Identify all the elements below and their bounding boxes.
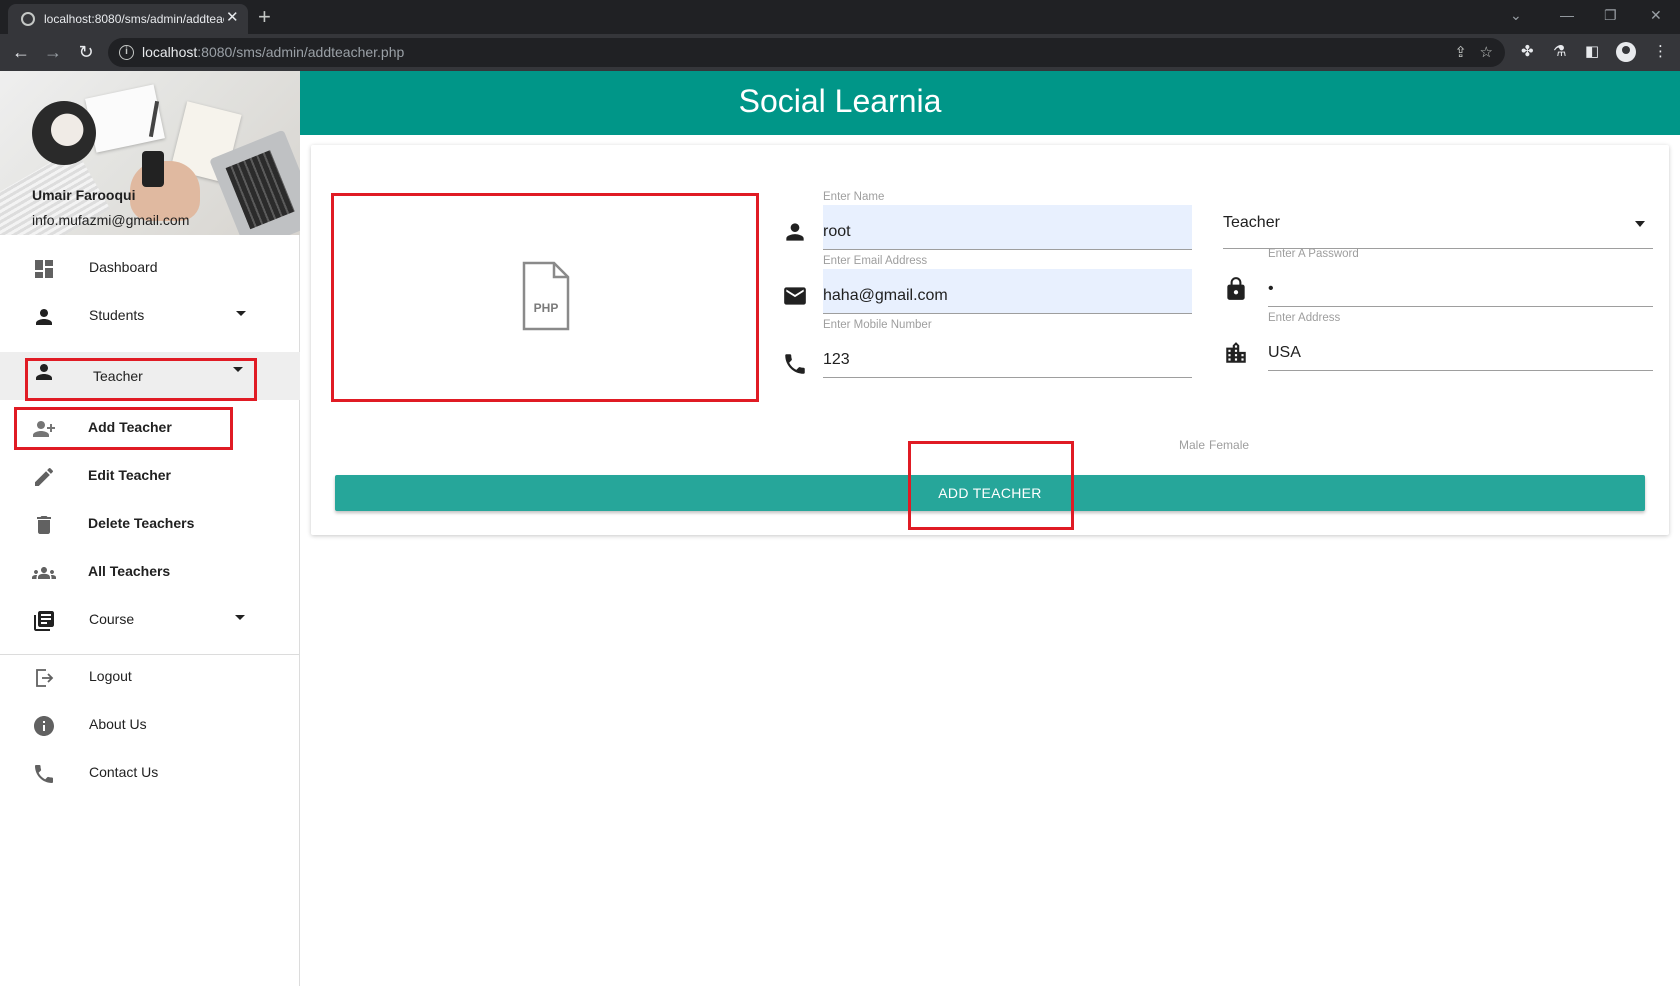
mobile-label: Enter Mobile Number [823,319,932,331]
address-input[interactable] [1268,326,1653,371]
background-phone [142,151,164,187]
menu-kebab-icon[interactable]: ⋮ [1653,42,1668,62]
lock-icon [1227,277,1245,300]
password-field: Enter A Password [1223,248,1653,318]
forward-icon[interactable]: → [41,40,65,64]
sidebar-item-label: Logout [89,668,132,684]
close-tab-icon[interactable]: ✕ [226,9,239,27]
sidebar-item-contact-us[interactable]: Contact Us [0,750,300,798]
share-icon[interactable]: ⇪ [1454,43,1467,61]
side-panel-icon[interactable]: ◧ [1585,42,1599,62]
globe-icon [21,12,35,26]
tab-title: localhost:8080/sms/admin/addteacher.php [44,12,224,26]
highlight-box [25,358,257,401]
user-name[interactable]: Umair Farooqui [32,187,135,203]
phone-icon [785,354,805,374]
back-icon[interactable]: ← [9,40,33,64]
mobile-field: Enter Mobile Number [782,319,1192,389]
url-text[interactable]: localhost:8080/sms/admin/addteacher.php [142,44,404,60]
library-books-icon [34,611,54,631]
address-bar[interactable]: i localhost:8080/sms/admin/addteacher.ph… [108,38,1505,67]
sidebar-item-label: Contact Us [89,764,159,780]
reload-icon[interactable]: ↻ [74,40,98,64]
tab-search-icon[interactable]: ⌄ [1510,4,1522,26]
extensions-icon[interactable]: ✤ [1521,42,1534,62]
person-icon [786,223,804,241]
highlight-box [14,407,233,450]
sidebar-item-all-teachers[interactable]: All Teachers [0,549,300,597]
add-teacher-card: PHP Enter Name Enter Email Address Enter… [311,145,1669,535]
email-input[interactable] [823,269,1192,314]
info-icon [34,716,54,736]
user-email[interactable]: info.mufazmi@gmail.com [32,212,189,228]
location-city-icon [1226,342,1246,363]
phone-icon [35,765,53,783]
gender-option-female[interactable]: Female [1209,438,1249,452]
chevron-down-icon [236,311,246,316]
avatar[interactable] [32,101,96,165]
chevron-down-icon [235,615,245,620]
brand-logo[interactable]: Social Learnia [300,83,1380,120]
sidebar-item-label: Edit Teacher [88,467,171,483]
password-label: Enter A Password [1268,248,1359,260]
role-selected-value: Teacher [1223,214,1280,231]
gender-radio-group: Male Female [1179,438,1253,452]
sidebar-item-about-us[interactable]: About Us [0,702,300,750]
highlight-box [331,193,759,402]
email-field: Enter Email Address [782,255,1192,325]
highlight-box [908,441,1074,530]
group-icon [32,567,56,579]
sidebar-item-students[interactable]: Students [0,293,300,341]
name-field: Enter Name [782,191,1192,261]
address-label: Enter Address [1268,312,1341,324]
sidebar-item-label: Delete Teachers [88,515,195,531]
gender-option-male[interactable]: Male [1179,438,1205,452]
logout-icon [36,669,54,687]
browser-tab[interactable]: localhost:8080/sms/admin/addteacher.php … [8,4,248,34]
labs-flask-icon[interactable]: ⚗ [1553,42,1566,62]
restore-icon[interactable]: ❐ [1604,4,1617,26]
sidebar-item-dashboard[interactable]: Dashboard [0,245,300,293]
sidebar-item-label: Course [89,611,135,627]
dashboard-icon [35,260,53,278]
browser-tabbar: localhost:8080/sms/admin/addteacher.php … [0,0,1680,34]
address-field: Enter Address [1223,312,1653,382]
sidebar-item-logout[interactable]: Logout [0,654,300,702]
top-navbar: Social Learnia [300,71,1680,135]
browser-toolbar: ← → ↻ i localhost:8080/sms/admin/addteac… [0,34,1680,71]
bookmark-star-icon[interactable]: ☆ [1480,43,1493,61]
trash-icon [37,516,51,534]
new-tab-icon[interactable]: + [258,3,271,31]
profile-avatar-icon[interactable] [1616,42,1636,62]
close-window-icon[interactable]: ✕ [1650,4,1662,26]
sidenav: Umair Farooqui info.mufazmi@gmail.com Da… [0,71,300,986]
user-view: Umair Farooqui info.mufazmi@gmail.com [0,71,300,235]
sidebar-item-label: All Teachers [88,563,171,579]
sidebar-item-label: Students [89,307,145,323]
sidebar-item-label: Dashboard [89,259,158,275]
sidebar-item-course[interactable]: Course [0,597,300,645]
minimize-icon[interactable]: — [1560,4,1574,26]
password-input[interactable] [1268,262,1653,307]
chevron-down-icon [1635,221,1645,227]
mobile-input[interactable] [823,333,1192,378]
name-label: Enter Name [823,191,885,203]
sidebar-item-label: About Us [89,716,147,732]
name-input[interactable] [823,205,1192,250]
sidebar-item-delete-teachers[interactable]: Delete Teachers [0,501,300,549]
person-icon [36,309,52,325]
email-label: Enter Email Address [823,255,928,267]
sidebar-item-edit-teacher[interactable]: Edit Teacher [0,453,300,501]
role-select[interactable]: Teacher [1223,201,1653,249]
site-info-icon[interactable]: i [119,45,134,60]
mail-icon [784,287,806,305]
pencil-icon [35,467,54,486]
